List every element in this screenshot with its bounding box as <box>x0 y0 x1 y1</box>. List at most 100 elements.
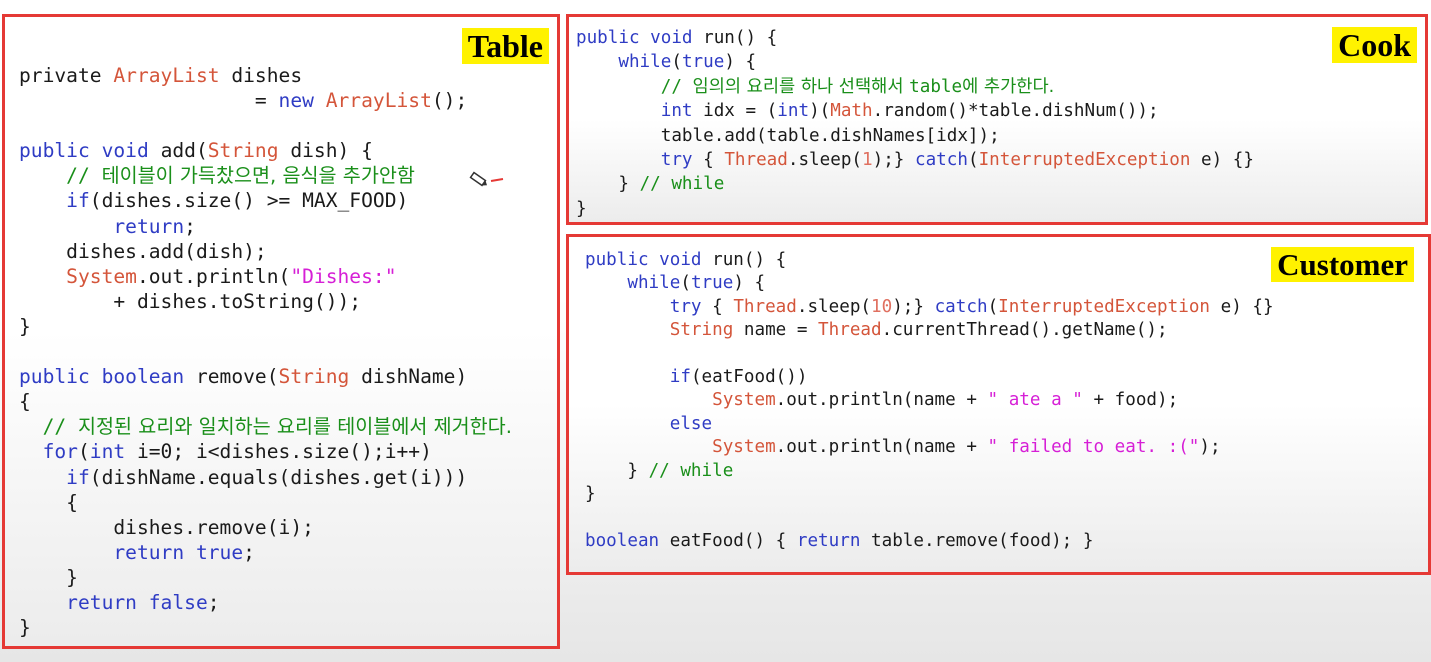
code-line: return; <box>19 214 512 239</box>
code-token: } <box>585 484 596 505</box>
code-token: dishes.add(dish); <box>19 239 267 263</box>
code-token: " ate a " <box>987 390 1083 411</box>
code-line: } // while <box>585 460 1274 483</box>
code-token: catch <box>934 296 988 317</box>
panel-title-table: Table <box>461 28 549 64</box>
code-token: .out.println( <box>136 264 291 288</box>
code-token: (dishName.equals(dishes.get(i))) <box>89 465 468 489</box>
code-line: } <box>585 483 1274 506</box>
code-token: // <box>19 415 78 439</box>
code-line: if(eatFood()) <box>585 366 1274 389</box>
code-token: = <box>19 89 279 113</box>
code-token: { <box>19 390 31 414</box>
code-token: ArrayList <box>325 89 432 113</box>
code-line: while(true) { <box>585 272 1274 295</box>
code-token: " failed to eat. :(" <box>987 437 1200 458</box>
code-token: table.add(table.dishNames[idx]); <box>576 125 1000 146</box>
code-line: table.add(table.dishNames[idx]); <box>576 124 1254 148</box>
code-token: System <box>585 390 776 411</box>
code-line: dishes.remove(i); <box>19 515 512 540</box>
code-line: return true; <box>19 540 512 565</box>
code-token: run() { <box>712 250 787 270</box>
code-token: ( <box>967 150 979 171</box>
code-line: = new ArrayList(); <box>19 88 512 113</box>
panel-title-cook: Cook <box>1332 27 1417 63</box>
code-line: } <box>576 197 1254 221</box>
code-line: public void run() { <box>585 249 1274 272</box>
code-token: // <box>576 76 693 97</box>
code-token: ; <box>207 590 220 614</box>
code-token: ( <box>77 440 90 464</box>
code-token: public void <box>585 250 713 270</box>
code-token: int <box>89 440 126 464</box>
code-token: if <box>19 465 90 489</box>
code-token: true <box>681 52 725 73</box>
code-token: } <box>576 174 640 195</box>
code-line: public boolean remove(String dishName) <box>19 364 512 389</box>
code-token: } <box>19 314 31 338</box>
code-token: new <box>278 89 326 113</box>
code-token: { <box>19 490 78 514</box>
code-line: return false; <box>19 590 512 615</box>
customer-code-panel: Customer public void run() { while(true)… <box>566 234 1431 575</box>
code-line: System.out.println(name + " failed to ea… <box>585 436 1274 459</box>
code-token: 테이블이 가득찼으면, 음식을 추가안함 <box>101 164 415 188</box>
code-line: } <box>19 314 512 339</box>
code-token: try <box>585 296 702 317</box>
code-token: );} <box>872 150 915 171</box>
code-token: int <box>777 101 810 122</box>
code-line: } // while <box>576 172 1254 196</box>
code-token: remove( <box>195 365 279 389</box>
code-line: dishes.add(dish); <box>19 239 512 264</box>
code-token: dishes.remove(i); <box>19 515 314 539</box>
code-token: .sleep( <box>787 150 863 171</box>
code-token: ) { <box>733 273 766 294</box>
code-token: ArrayList <box>113 64 220 87</box>
code-token: .random()*table.dishNum()); <box>872 101 1159 122</box>
code-token: ; <box>184 214 196 238</box>
code-token: 에 추가한다. <box>962 76 1055 97</box>
code-token: } <box>19 565 78 589</box>
code-token: System <box>585 437 776 458</box>
code-line: String name = Thread.currentThread().get… <box>585 319 1274 342</box>
code-token: 임의의 요리를 하나 선택해서 <box>692 76 910 97</box>
code-line: { <box>19 389 512 414</box>
code-token: dishes <box>219 64 303 87</box>
code-token: idx = ( <box>692 101 778 122</box>
code-token: + food); <box>1082 390 1179 411</box>
code-token: else <box>585 413 713 434</box>
code-line: if(dishName.equals(dishes.get(i))) <box>19 465 512 490</box>
cook-code-panel: Cook public void run() { while(true) { /… <box>566 14 1428 225</box>
code-token: InterruptedException <box>998 296 1211 317</box>
code-token: (); <box>431 89 468 113</box>
code-line: private ArrayList dishes <box>19 63 512 88</box>
code-line: // 지정된 요리와 일치하는 요리를 테이블에서 제거한다. <box>19 414 512 439</box>
code-block-table: private ArrayList dishes = new ArrayList… <box>19 63 512 640</box>
code-token: return <box>19 214 185 238</box>
code-token: Thread <box>818 320 882 341</box>
code-line: { <box>19 490 512 515</box>
code-token: while <box>585 273 681 294</box>
code-block-customer: public void run() { while(true) { try { … <box>585 249 1274 553</box>
code-token: } <box>585 460 649 481</box>
code-token: Thread <box>724 150 788 171</box>
code-token: dish) { <box>278 139 373 163</box>
table-code-panel: Table private ArrayList dishes = new Arr… <box>2 14 560 649</box>
code-token: String <box>278 365 350 389</box>
code-token: 10 <box>871 296 893 317</box>
code-token: catch <box>915 150 968 171</box>
code-line: System.out.println(name + " ate a " + fo… <box>585 389 1274 412</box>
code-token: true <box>690 273 734 294</box>
code-token: ( <box>671 52 682 73</box>
panel-title-customer: Customer <box>1271 247 1414 282</box>
code-token: public void <box>576 28 704 48</box>
code-token: return true <box>19 540 244 564</box>
code-token: InterruptedException <box>978 150 1191 171</box>
code-token: .out.println(name + <box>775 437 988 458</box>
code-token: add( <box>160 139 208 163</box>
code-token: (eatFood()) <box>690 367 808 388</box>
code-block-cook: public void run() { while(true) { // 임의의… <box>576 26 1254 221</box>
